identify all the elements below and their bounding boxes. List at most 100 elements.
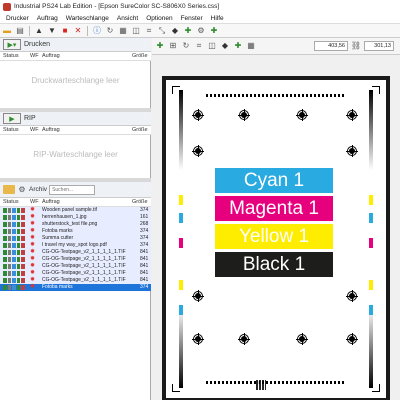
menu-warteschlange[interactable]: Warteschlange bbox=[62, 15, 113, 22]
workflow-icon: ✹ bbox=[30, 228, 36, 234]
col-wf[interactable]: WF bbox=[30, 53, 39, 59]
rotate-icon[interactable]: ↻ bbox=[181, 41, 191, 51]
link-icon[interactable]: ⛓ bbox=[351, 41, 361, 51]
archive-search-input[interactable] bbox=[49, 184, 96, 195]
job-name: I travel my way_spot logo.pdf bbox=[42, 242, 107, 248]
workflow-icon: ✹ bbox=[30, 249, 36, 255]
workflow-icon: ✹ bbox=[30, 235, 36, 241]
menu-fenster[interactable]: Fenster bbox=[177, 15, 207, 22]
list-item[interactable]: ✹ CG-OG-Testpage_v2_1_1_1_1_1.TIF 841 bbox=[0, 270, 151, 277]
list-item[interactable]: ✹ herrenhausen_1.jpg 161 bbox=[0, 214, 151, 221]
col-size[interactable]: Größe bbox=[132, 127, 148, 133]
add-icon[interactable]: ✚ bbox=[233, 41, 243, 51]
job-size: 374 bbox=[140, 284, 149, 290]
rip-queue-label: RIP bbox=[24, 115, 36, 122]
test-page-preview: Cyan 1 Magenta 1 Yellow 1 Black 1 bbox=[166, 80, 386, 398]
menu-drucker[interactable]: Drucker bbox=[2, 15, 33, 22]
col-name[interactable]: Auftrag bbox=[42, 199, 60, 205]
transform-icon[interactable]: ⤡ bbox=[157, 26, 167, 36]
job-size: 841 bbox=[140, 249, 149, 255]
col-wf[interactable]: WF bbox=[30, 199, 39, 205]
barcode bbox=[256, 380, 266, 390]
magenta-label: Magenta 1 bbox=[215, 196, 333, 221]
rip-queue-header: ▶ RIP bbox=[0, 112, 151, 126]
y-coordinate-field[interactable]: 301,13 bbox=[364, 41, 394, 51]
job-status-icons bbox=[3, 215, 25, 220]
move-icon[interactable]: ✚ bbox=[155, 41, 165, 51]
open-folder-icon[interactable]: ▬ bbox=[2, 26, 12, 36]
info-icon[interactable]: ⓘ bbox=[92, 26, 102, 36]
workflow-icon: ✹ bbox=[30, 256, 36, 262]
col-size[interactable]: Größe bbox=[132, 53, 148, 59]
list-item[interactable]: ✹ CG-OG-Testpage_v2_1_1_1_1_1.TIF 841 bbox=[0, 249, 151, 256]
rotate-icon[interactable]: ↻ bbox=[105, 26, 115, 36]
job-size: 161 bbox=[140, 214, 149, 220]
col-status[interactable]: Status bbox=[3, 53, 19, 59]
delete-icon[interactable]: ✕ bbox=[73, 26, 83, 36]
list-item[interactable]: ✹ Wooden panel sample.tif 374 bbox=[0, 207, 151, 214]
add-icon[interactable]: ✚ bbox=[183, 26, 193, 36]
align-icon[interactable]: ⊞ bbox=[168, 41, 178, 51]
archive-columns: Status WF Auftrag Größe bbox=[0, 198, 151, 207]
settings-icon[interactable]: ⚙ bbox=[196, 26, 206, 36]
job-size: 841 bbox=[140, 256, 149, 262]
job-size: 374 bbox=[140, 242, 149, 248]
layers-icon[interactable]: ◫ bbox=[207, 41, 217, 51]
list-item[interactable]: ✹ CG-OG-Testpage_v2_1_1_1_1_1.TIF 841 bbox=[0, 256, 151, 263]
job-size: 841 bbox=[140, 263, 149, 269]
layers-icon[interactable]: ◫ bbox=[131, 26, 141, 36]
archive-label: Archiv bbox=[29, 186, 48, 193]
stop-icon[interactable]: ■ bbox=[60, 26, 70, 36]
job-status-icons bbox=[3, 257, 25, 262]
workflow-icon: ✹ bbox=[30, 270, 36, 276]
add-job-icon[interactable]: ✚ bbox=[209, 26, 219, 36]
list-item[interactable]: ✹ Summa cutter 374 bbox=[0, 235, 151, 242]
job-status-icons bbox=[3, 285, 25, 290]
job-name: CG-OG-Testpage_v2_1_1_1_1_1.TIF bbox=[42, 270, 126, 276]
workflow-icon: ✹ bbox=[30, 277, 36, 283]
col-wf[interactable]: WF bbox=[30, 127, 39, 133]
workflow-icon: ✹ bbox=[30, 242, 36, 248]
menu-ansicht[interactable]: Ansicht bbox=[113, 15, 142, 22]
job-size: 374 bbox=[140, 228, 149, 234]
list-item[interactable]: ✹ CG-OG-Testpage_v2_1_1_1_1_1.TIF 841 bbox=[0, 277, 151, 284]
col-status[interactable]: Status bbox=[3, 127, 19, 133]
settings-icon[interactable]: ⚙ bbox=[17, 185, 27, 195]
x-coordinate-field[interactable]: 403,56 bbox=[314, 41, 348, 51]
grid-icon[interactable]: ▦ bbox=[118, 26, 128, 36]
list-item[interactable]: ✹ shutterstock_test file.png 268 bbox=[0, 221, 151, 228]
menu-auftrag[interactable]: Auftrag bbox=[33, 15, 62, 22]
workflow-icon: ✹ bbox=[30, 263, 36, 269]
col-size[interactable]: Größe bbox=[132, 199, 148, 205]
job-status-icons bbox=[3, 243, 25, 248]
job-name: Fotoba marks bbox=[42, 228, 73, 234]
list-item[interactable]: ✹ I travel my way_spot logo.pdf 374 bbox=[0, 242, 151, 249]
list-item[interactable]: ✹ Fotoba marks 374 bbox=[0, 284, 151, 291]
menu-hilfe[interactable]: Hilfe bbox=[207, 15, 228, 22]
print-start-button[interactable]: ▶▾ bbox=[3, 39, 21, 50]
crop-icon[interactable]: ⌗ bbox=[194, 41, 204, 51]
col-name[interactable]: Auftrag bbox=[42, 53, 60, 59]
queue-panel: ▶▾ Drucken Status WF Auftrag Größe Druck… bbox=[0, 38, 151, 400]
arrow-down-icon[interactable]: ▼ bbox=[47, 26, 57, 36]
place-icon[interactable]: ◆ bbox=[170, 26, 180, 36]
list-item[interactable]: ✹ CG-OG-Testpage_v2_1_1_1_1_1.TIF 841 bbox=[0, 263, 151, 270]
place-icon[interactable]: ◆ bbox=[220, 41, 230, 51]
title-bar: Industrial PS24 Lab Edition - [Epson Sur… bbox=[0, 0, 400, 13]
preview-panel: ✚ ⊞ ↻ ⌗ ◫ ◆ ✚ ▦ 403,56 ⛓ 301,13 Cyan 1 M… bbox=[152, 38, 400, 400]
crop-icon[interactable]: ⌗ bbox=[144, 26, 154, 36]
list-item[interactable]: ✹ Fotoba marks 374 bbox=[0, 228, 151, 235]
arrow-up-icon[interactable]: ▲ bbox=[34, 26, 44, 36]
col-status[interactable]: Status bbox=[3, 199, 19, 205]
col-name[interactable]: Auftrag bbox=[42, 127, 60, 133]
save-icon[interactable]: ▤ bbox=[15, 26, 25, 36]
job-status-icons bbox=[3, 264, 25, 269]
black-label: Black 1 bbox=[215, 252, 333, 277]
print-preview-canvas[interactable]: Cyan 1 Magenta 1 Yellow 1 Black 1 bbox=[162, 76, 390, 400]
grid-icon[interactable]: ▦ bbox=[246, 41, 256, 51]
folder-icon[interactable] bbox=[3, 185, 15, 194]
main-toolbar: ▬ ▤ ▲ ▼ ■ ✕ ⓘ ↻ ▦ ◫ ⌗ ⤡ ◆ ✚ ⚙ ✚ bbox=[0, 24, 400, 38]
rip-start-button[interactable]: ▶ bbox=[3, 113, 21, 124]
job-size: 841 bbox=[140, 270, 149, 276]
menu-optionen[interactable]: Optionen bbox=[142, 15, 176, 22]
